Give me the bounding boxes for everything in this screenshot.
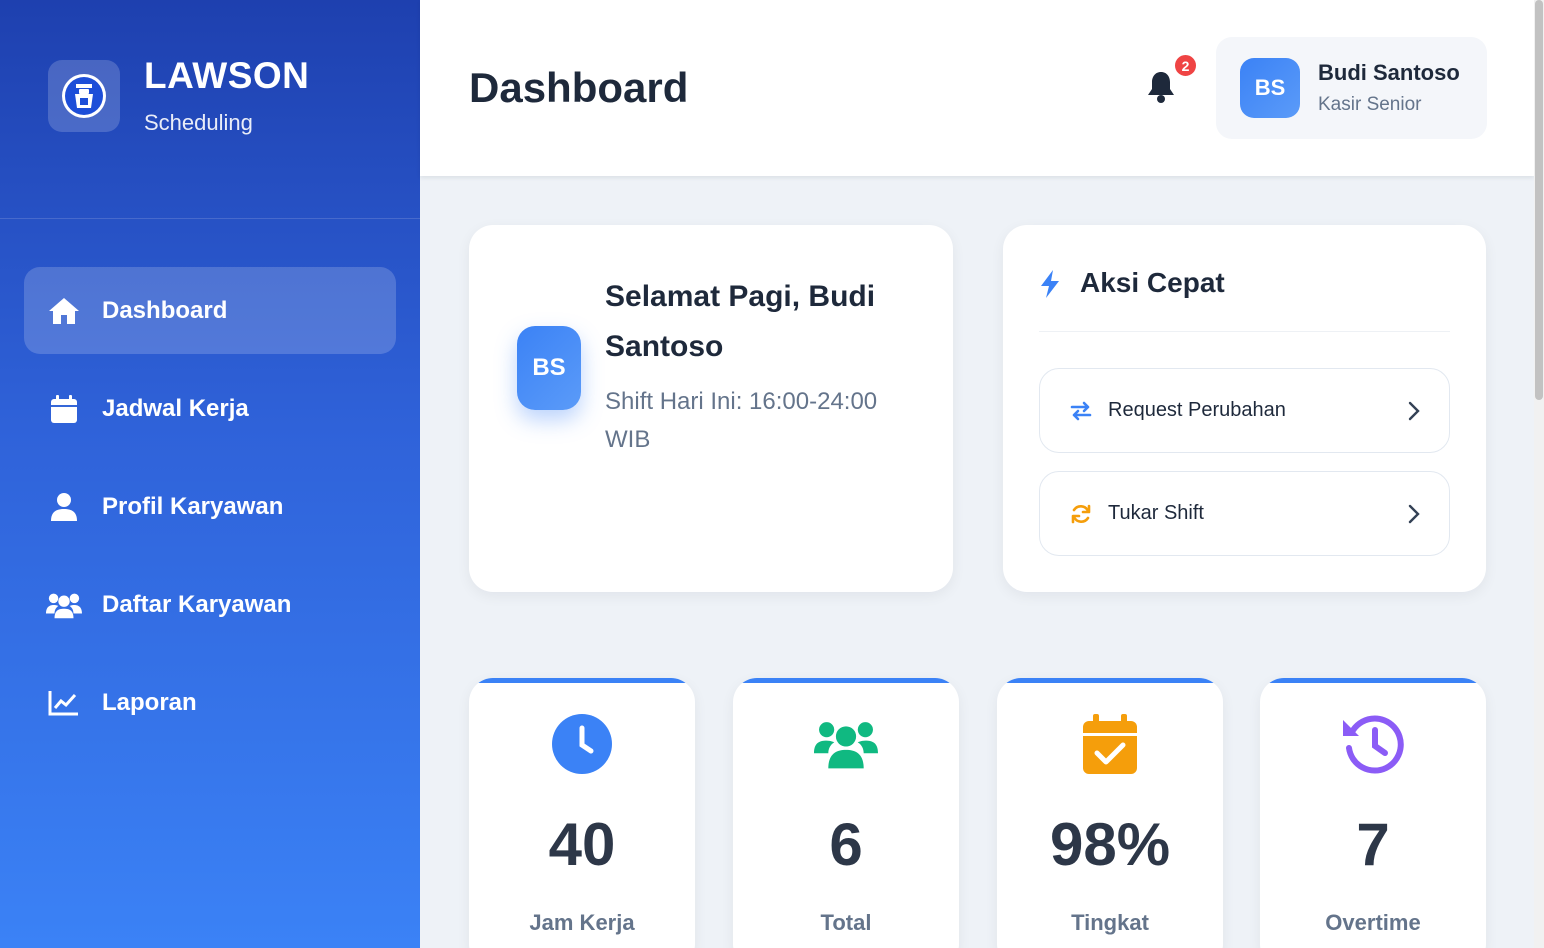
welcome-avatar: BS <box>517 326 581 410</box>
scrollbar[interactable] <box>1534 0 1544 948</box>
bolt-icon <box>1039 269 1063 299</box>
exchange-icon <box>1069 399 1093 423</box>
sync-icon <box>1069 502 1093 526</box>
chevron-right-icon <box>1407 400 1421 422</box>
request-change-button[interactable]: Request Perubahan <box>1039 368 1450 453</box>
user-menu[interactable]: BS Budi Santoso Kasir Senior <box>1216 37 1487 139</box>
bell-icon[interactable] <box>1145 70 1179 106</box>
stat-value: 6 <box>829 811 863 878</box>
stat-card-overtime: 7 Overtime <box>1260 678 1486 948</box>
users-icon <box>814 712 878 776</box>
history-icon <box>1341 712 1405 776</box>
stat-card-tingkat: 98% Tingkat <box>997 678 1223 948</box>
users-icon <box>46 587 82 623</box>
topbar: Dashboard 2 BS Budi Santoso Kasir Senior <box>420 0 1534 176</box>
sidebar-item-label: Daftar Karyawan <box>102 590 292 618</box>
avatar: BS <box>1240 58 1300 118</box>
stat-value: 98% <box>1049 811 1171 878</box>
sidebar-item-label: Laporan <box>102 688 197 716</box>
chart-line-icon <box>46 685 82 721</box>
brand-title: LAWSON <box>144 55 310 96</box>
stat-card-jam-kerja: 40 Jam Kerja <box>469 678 695 948</box>
sidebar: LAWSON Scheduling Dashboard Jadwal Kerja <box>0 0 420 948</box>
home-icon <box>46 293 82 329</box>
shift-info: Shift Hari Ini: 16:00-24:00 WIB <box>605 388 878 453</box>
user-icon <box>46 489 82 525</box>
sidebar-item-label: Profil Karyawan <box>102 492 284 520</box>
stat-card-total: 6 Total <box>733 678 959 948</box>
chevron-right-icon <box>1407 503 1421 525</box>
stat-label: Total <box>820 910 872 935</box>
sidebar-item-dashboard[interactable]: Dashboard <box>24 267 396 354</box>
sidebar-nav: Dashboard Jadwal Kerja Profil Karyawan D… <box>0 219 420 746</box>
calendar-check-icon <box>1078 712 1142 776</box>
stat-value: 40 <box>548 811 616 878</box>
stat-value: 7 <box>1356 811 1390 878</box>
sidebar-item-laporan[interactable]: Laporan <box>24 659 396 746</box>
quick-actions-header: Aksi Cepat <box>1039 261 1450 332</box>
user-name: Budi Santoso <box>1318 60 1460 85</box>
sidebar-item-jadwal-kerja[interactable]: Jadwal Kerja <box>24 365 396 452</box>
sidebar-item-label: Jadwal Kerja <box>102 394 249 422</box>
sidebar-item-label: Dashboard <box>102 296 228 324</box>
swap-shift-button[interactable]: Tukar Shift <box>1039 471 1450 556</box>
quick-actions-title: Aksi Cepat <box>1080 267 1225 298</box>
quick-actions-card: Aksi Cepat Request Perubahan Tukar Shift <box>1003 225 1486 592</box>
brand-subtitle: Scheduling <box>144 110 253 135</box>
clock-icon <box>550 712 614 776</box>
user-role: Kasir Senior <box>1318 94 1422 115</box>
welcome-greeting: Selamat Pagi, Budi Santoso <box>605 280 876 363</box>
brand: LAWSON Scheduling <box>0 0 420 219</box>
app: LAWSON Scheduling Dashboard Jadwal Kerja <box>0 0 1544 948</box>
lawson-logo-icon[interactable] <box>48 60 120 132</box>
calendar-icon <box>46 391 82 427</box>
welcome-card: BS Selamat Pagi, Budi Santoso Shift Hari… <box>469 225 953 592</box>
page-title: Dashboard <box>469 64 689 111</box>
stat-label: Overtime <box>1325 910 1421 935</box>
sidebar-item-daftar-karyawan[interactable]: Daftar Karyawan <box>24 561 396 648</box>
scrollbar-thumb[interactable] <box>1535 0 1543 400</box>
stat-label: Jam Kerja <box>529 910 635 935</box>
sidebar-item-profil-karyawan[interactable]: Profil Karyawan <box>24 463 396 550</box>
notification-badge: 2 <box>1173 53 1198 78</box>
action-label: Tukar Shift <box>1108 502 1204 524</box>
stat-label: Tingkat <box>1071 910 1149 935</box>
action-label: Request Perubahan <box>1108 399 1286 421</box>
